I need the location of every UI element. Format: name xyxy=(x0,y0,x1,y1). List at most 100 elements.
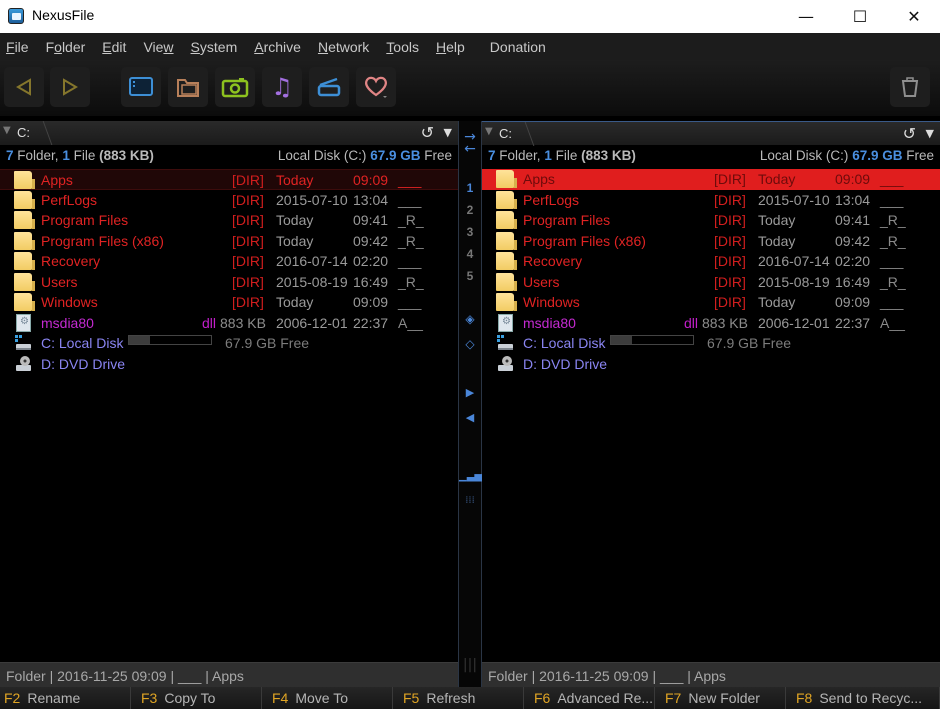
disk-usage-bar xyxy=(610,335,694,345)
forward-button[interactable] xyxy=(50,67,90,107)
folder-row[interactable]: Recovery [DIR] 2016-07-14 02:20 ___ xyxy=(0,251,458,272)
menu-archive[interactable]: Archive xyxy=(254,39,301,55)
path-crumb[interactable]: C: xyxy=(17,125,30,140)
folder-row[interactable]: Windows [DIR] Today 09:09 ___ xyxy=(482,292,940,313)
folder-icon xyxy=(14,231,35,250)
fkey-label: F2 xyxy=(4,690,21,706)
dir-tag: [DIR] xyxy=(232,294,264,310)
path-dropdown-icon[interactable]: ▼ xyxy=(3,125,11,136)
dir-tag: [DIR] xyxy=(714,294,746,310)
tab-slot-5[interactable]: 5 xyxy=(459,269,481,283)
folder-row[interactable]: Program Files [DIR] Today 09:41 _R_ xyxy=(482,210,940,231)
menu-folder[interactable]: Folder xyxy=(46,39,86,55)
item-name: Windows xyxy=(41,294,98,310)
desktop-button[interactable] xyxy=(121,67,161,107)
tab-slot-4[interactable]: 4 xyxy=(459,247,481,261)
splitter-handle[interactable]: ||| xyxy=(459,657,481,673)
menu-edit[interactable]: Edit xyxy=(102,39,126,55)
folder-row[interactable]: Recovery [DIR] 2016-07-14 02:20 ___ xyxy=(482,251,940,272)
app-icon xyxy=(8,8,24,24)
folder-row[interactable]: Users [DIR] 2015-08-19 16:49 _R_ xyxy=(482,272,940,293)
folder-row[interactable]: Users [DIR] 2015-08-19 16:49 _R_ xyxy=(0,272,458,293)
copy-left-icon[interactable]: ← xyxy=(459,141,481,157)
folder-row[interactable]: PerfLogs [DIR] 2015-07-10 13:04 ___ xyxy=(0,190,458,211)
file-row[interactable]: msdia80 dll883 KB 2006-12-01 22:37 A__ xyxy=(482,313,940,334)
folder-row[interactable]: Program Files [DIR] Today 09:41 _R_ xyxy=(0,210,458,231)
item-time: 16:49 xyxy=(835,273,871,290)
folder-icon xyxy=(496,170,517,188)
item-attributes: ___ xyxy=(398,294,422,310)
pictures-button[interactable] xyxy=(215,67,255,107)
item-time: 09:41 xyxy=(835,212,871,228)
maximize-button[interactable]: ☐ xyxy=(837,0,883,33)
folder-row[interactable]: Program Files (x86) [DIR] Today 09:42 _R_ xyxy=(0,231,458,252)
tab-slot-1[interactable]: 1 xyxy=(459,181,481,195)
drive-row[interactable]: C: Local Disk 67.9 GB Free xyxy=(0,333,458,354)
menu-file[interactable]: File xyxy=(6,39,29,55)
left-path-bar[interactable]: ▼ C: ↺ ▼ xyxy=(0,121,458,145)
recycle-bin-button[interactable] xyxy=(890,67,930,107)
pane-menu-icon[interactable]: ▼ xyxy=(926,127,934,140)
folder-row[interactable]: Windows [DIR] Today 09:09 ___ xyxy=(0,292,458,313)
menu-view[interactable]: View xyxy=(143,39,173,55)
music-button[interactable]: ♫ xyxy=(262,67,302,107)
left-file-pane[interactable]: ▼ C: ↺ ▼ 7 Folder, 1 File (883 KB) Local… xyxy=(0,121,458,687)
item-date: Today xyxy=(276,212,314,228)
item-date: 2015-08-19 xyxy=(758,273,830,290)
sync-diamond-icon[interactable]: ◇ xyxy=(459,337,481,351)
item-date: 2015-07-10 xyxy=(276,191,348,208)
fkey-f3-button[interactable]: F3 Copy To xyxy=(131,687,262,709)
item-extension: dll xyxy=(202,314,217,331)
folder-row[interactable]: Apps [DIR] Today 09:09 ___ xyxy=(482,169,940,190)
favorites-button[interactable] xyxy=(356,67,396,107)
menu-help[interactable]: Help xyxy=(436,39,465,55)
documents-button[interactable] xyxy=(168,67,208,107)
fkey-f6-button[interactable]: F6 Advanced Re... xyxy=(524,687,655,709)
menu-network[interactable]: Network xyxy=(318,39,369,55)
menu-donation[interactable]: Donation xyxy=(490,39,546,55)
disk-usage-fill xyxy=(611,336,632,344)
scanner-button[interactable] xyxy=(309,67,349,107)
tab-slot-2[interactable]: 2 xyxy=(459,203,481,217)
fkey-f2-button[interactable]: F2 Rename xyxy=(0,687,131,709)
drive-row[interactable]: C: Local Disk 67.9 GB Free xyxy=(482,333,940,354)
menu-tools[interactable]: Tools xyxy=(386,39,419,55)
signal-bars-icon[interactable]: ▁▃▅ xyxy=(459,471,482,482)
fkey-f5-button[interactable]: F5 Refresh xyxy=(393,687,524,709)
path-dropdown-icon[interactable]: ▼ xyxy=(485,126,493,137)
pane-menu-icon[interactable]: ▼ xyxy=(444,126,452,139)
folder-row[interactable]: Apps [DIR] Today 09:09 ___ xyxy=(0,169,458,190)
minimize-button[interactable]: — xyxy=(783,0,829,33)
disk-free-info: Local Disk (C:) 67.9 GB Free xyxy=(759,148,934,163)
path-crumb[interactable]: C: xyxy=(499,126,512,141)
close-button[interactable]: ✕ xyxy=(891,0,937,33)
fkey-f8-button[interactable]: F8 Send to Recyc... xyxy=(786,687,940,709)
fkey-label: F8 xyxy=(796,690,813,706)
refresh-icon[interactable]: ↺ xyxy=(421,123,434,142)
menu-system[interactable]: System xyxy=(191,39,238,55)
folder-row[interactable]: PerfLogs [DIR] 2015-07-10 13:04 ___ xyxy=(482,190,940,211)
item-attributes: ___ xyxy=(398,253,422,269)
tab-slot-3[interactable]: 3 xyxy=(459,225,481,239)
right-file-pane[interactable]: ▼ C: ↺ ▼ 7 Folder, 1 File (883 KB) Local… xyxy=(482,121,940,687)
grid-dots-icon[interactable]: ⁞⁞⁞ xyxy=(459,495,481,506)
item-date: 2006-12-01 xyxy=(758,314,830,331)
dll-file-icon xyxy=(16,313,31,332)
folder-icon xyxy=(14,171,35,189)
file-row[interactable]: msdia80 dll883 KB 2006-12-01 22:37 A__ xyxy=(0,313,458,334)
folder-icon xyxy=(14,211,35,229)
item-attributes: _R_ xyxy=(880,232,906,249)
fkey-f7-button[interactable]: F7 New Folder xyxy=(655,687,786,709)
fkey-f4-button[interactable]: F4 Move To xyxy=(262,687,393,709)
sync-filled-diamond-icon[interactable]: ◈ xyxy=(459,312,481,326)
expand-right-icon[interactable]: ▶ xyxy=(459,386,481,399)
drive-row[interactable]: D: DVD Drive xyxy=(482,354,940,375)
item-size: 883 KB xyxy=(220,314,266,331)
refresh-icon[interactable]: ↺ xyxy=(903,124,916,143)
right-path-bar[interactable]: ▼ C: ↺ ▼ xyxy=(482,121,940,146)
drive-row[interactable]: D: DVD Drive xyxy=(0,354,458,375)
folder-row[interactable]: Program Files (x86) [DIR] Today 09:42 _R_ xyxy=(482,231,940,252)
back-button[interactable] xyxy=(4,67,44,107)
expand-left-icon[interactable]: ◀ xyxy=(459,411,481,424)
left-file-list: Apps [DIR] Today 09:09 ___ PerfLogs [DIR] 2015-… xyxy=(0,169,458,374)
